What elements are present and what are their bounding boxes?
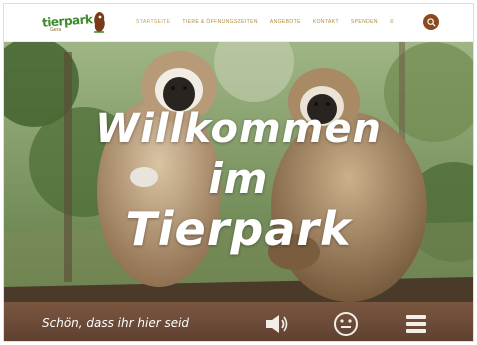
animal-logo-icon: [94, 12, 105, 33]
site-header: tierpark Gera Startseite Tiere & Öffnung…: [4, 4, 473, 42]
welcome-tagline: Schön, dass ihr hier seid: [42, 316, 190, 330]
logo-subtitle: Gera: [50, 27, 62, 33]
hero-title-line-3: Tierpark: [125, 202, 352, 256]
search-button[interactable]: [423, 14, 439, 30]
nav-item-spenden[interactable]: Spenden: [351, 19, 378, 25]
smiley-icon[interactable]: [332, 310, 360, 338]
hero-title-line-2: im: [208, 154, 269, 203]
search-icon: [426, 17, 436, 27]
main-navigation: Startseite Tiere & Öffnungszeiten Angebo…: [136, 19, 394, 25]
nav-item-tiere[interactable]: Tiere & Öffnungszeiten: [182, 19, 257, 25]
site-logo[interactable]: tierpark Gera: [40, 10, 110, 36]
menu-stack-icon[interactable]: [402, 310, 430, 338]
hero-banner: Willkommen im Tierpark: [4, 42, 473, 302]
speaker-icon[interactable]: [262, 310, 290, 338]
nav-more-icon[interactable]: ≡: [390, 19, 394, 25]
nav-item-startseite[interactable]: Startseite: [136, 19, 170, 25]
hero-title-line-1: Willkommen: [95, 106, 382, 152]
browser-viewport: tierpark Gera Startseite Tiere & Öffnung…: [3, 3, 474, 342]
nav-item-angebote[interactable]: Angebote: [270, 19, 301, 25]
nav-item-kontakt[interactable]: Kontakt: [313, 19, 339, 25]
welcome-bar: Schön, dass ihr hier seid: [4, 302, 473, 341]
